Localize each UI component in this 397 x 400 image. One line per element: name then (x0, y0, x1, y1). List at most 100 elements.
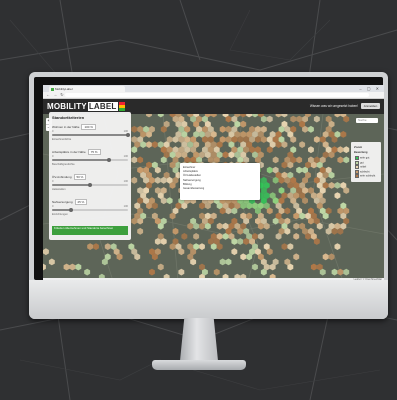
login-button[interactable]: Anmelden (361, 103, 380, 109)
hex-cell[interactable] (216, 222, 223, 230)
hex-cell[interactable] (240, 253, 247, 261)
hex-cell[interactable] (104, 243, 111, 250)
slider-handle[interactable] (126, 132, 130, 137)
header-link[interactable]: Wissen was wir umgesetzt haben! (310, 104, 358, 108)
hex-cell[interactable] (219, 125, 226, 133)
hex-cell[interactable] (69, 263, 76, 271)
hex-cell[interactable] (310, 263, 317, 271)
slider-handle[interactable] (88, 182, 92, 187)
hex-cell[interactable] (334, 182, 341, 189)
hex-cell[interactable] (313, 115, 320, 123)
hex-cell[interactable] (178, 268, 185, 276)
screen: MobilityLabel – ▢ ✕ ← → ↻ MOBILITY LABEL … (43, 85, 384, 281)
hex-cell[interactable] (257, 233, 264, 240)
hex-cell[interactable] (48, 258, 55, 266)
hex-cell[interactable] (231, 248, 238, 256)
hex-cell[interactable] (343, 268, 350, 276)
hex-cell[interactable] (93, 243, 99, 250)
hex-cell[interactable] (240, 114, 247, 118)
hex-cell[interactable] (293, 233, 300, 240)
hex-cell[interactable] (137, 227, 144, 235)
hex-cell[interactable] (293, 222, 300, 230)
hex-cell[interactable] (266, 166, 273, 174)
hex-cell[interactable] (193, 233, 200, 240)
hex-cell[interactable] (199, 243, 205, 250)
hex-cell[interactable] (296, 166, 303, 174)
slider-min-label: 0 (52, 130, 54, 133)
hex-cell[interactable] (210, 114, 217, 118)
hex-cell[interactable] (337, 156, 344, 164)
hex-cell[interactable] (266, 115, 273, 123)
hex-cell[interactable] (334, 114, 341, 118)
hex-cell[interactable] (322, 253, 329, 261)
hex-cell[interactable] (131, 156, 138, 164)
hex-cell[interactable] (343, 146, 350, 154)
hex-cell[interactable] (43, 248, 49, 256)
hex-cell[interactable] (219, 258, 226, 266)
hex-cell[interactable] (181, 233, 188, 240)
hex-cell[interactable] (293, 253, 300, 261)
hex-cell[interactable] (284, 207, 291, 215)
hex-cell[interactable] (137, 156, 144, 164)
hex-cell[interactable] (87, 243, 94, 250)
hex-cell[interactable] (252, 114, 258, 118)
hex-cell[interactable] (331, 268, 338, 276)
hex-cell[interactable] (313, 136, 320, 143)
hex-cell[interactable] (343, 156, 350, 164)
hex-cell[interactable] (281, 114, 288, 118)
hex-cell[interactable] (340, 131, 347, 138)
hex-cell[interactable] (213, 268, 220, 276)
hex-cell[interactable] (166, 197, 173, 205)
criteria-slider[interactable] (52, 132, 130, 137)
hex-cell[interactable] (328, 182, 335, 189)
hex-cell[interactable] (131, 176, 138, 184)
window-controls[interactable]: – ▢ ✕ (359, 86, 381, 91)
criteria-slider[interactable] (52, 207, 128, 212)
legend-subtitle: Bewertung (354, 151, 368, 154)
hex-cell[interactable] (299, 141, 306, 148)
slider-handle[interactable] (69, 207, 73, 212)
legend-label: gut (360, 161, 364, 165)
hex-cell[interactable] (252, 263, 258, 271)
hex-cell[interactable] (225, 258, 232, 266)
hex-cell[interactable] (308, 125, 314, 133)
hex-cell[interactable] (75, 263, 82, 271)
hex-cell[interactable] (149, 268, 155, 276)
hex-cell[interactable] (157, 263, 164, 271)
hex-cell[interactable] (296, 156, 303, 164)
hex-cell[interactable] (334, 243, 341, 250)
legend-swatch (355, 174, 359, 178)
slider-handle[interactable] (107, 157, 111, 162)
hex-cell[interactable] (146, 114, 152, 118)
hex-cell[interactable] (246, 114, 253, 118)
hex-cell[interactable] (131, 125, 138, 133)
hex-cell[interactable] (237, 238, 244, 245)
hex-cell[interactable] (43, 263, 46, 271)
hex-cell[interactable] (222, 151, 229, 159)
hex-cell[interactable] (154, 176, 161, 184)
hex-cell[interactable] (308, 146, 314, 154)
url-field[interactable] (65, 93, 369, 97)
hex-cell[interactable] (337, 268, 344, 276)
hex-cell[interactable] (287, 243, 294, 250)
hex-cell[interactable] (272, 156, 279, 164)
hex-cell[interactable] (146, 141, 152, 148)
hex-cell[interactable] (290, 115, 297, 123)
hex-cell[interactable] (151, 141, 158, 148)
hex-cell[interactable] (84, 268, 91, 276)
legend-item: mittel (355, 165, 366, 169)
traffic-light-icon (118, 102, 125, 111)
map-search-input[interactable]: Suche (356, 118, 378, 123)
criteria-slider[interactable] (52, 182, 128, 187)
criteria-slider[interactable] (52, 157, 128, 162)
hex-cell[interactable] (281, 243, 288, 250)
hex-cell[interactable] (334, 192, 341, 199)
app-logo[interactable]: MOBILITY LABEL (47, 102, 125, 112)
nav-buttons[interactable]: ← → ↻ (46, 92, 65, 98)
slider-max-label: 100 (123, 180, 128, 183)
hex-cell[interactable] (275, 114, 282, 118)
apply-criteria-button[interactable]: Kriterien übernehmen und Standorte berec… (52, 226, 128, 235)
hex-cell[interactable] (63, 263, 70, 271)
hex-cell[interactable] (157, 114, 164, 118)
hex-cell[interactable] (337, 146, 344, 154)
